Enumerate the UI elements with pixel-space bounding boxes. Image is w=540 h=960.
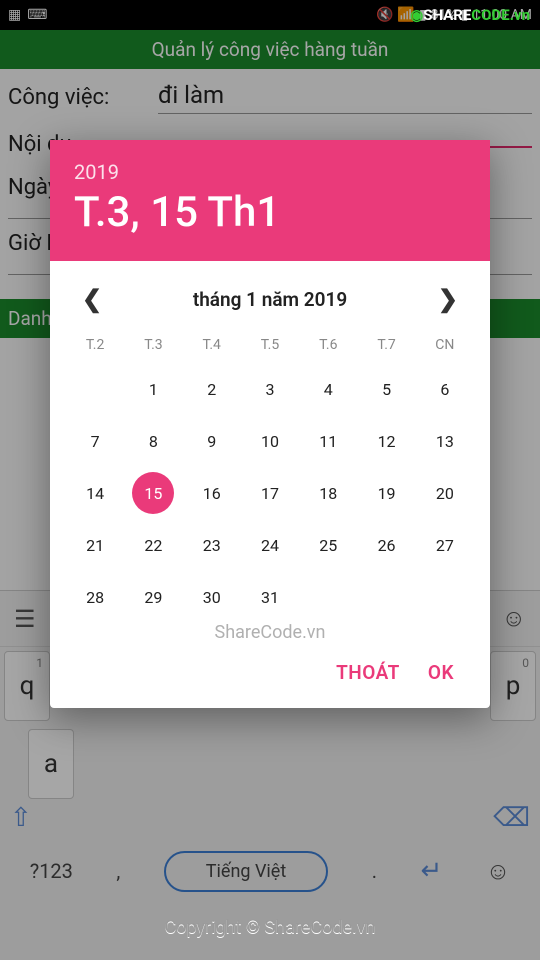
calendar-day[interactable]: 17 [241, 469, 299, 517]
month-title: tháng 1 năm 2019 [193, 288, 347, 311]
calendar-day[interactable]: 20 [416, 469, 474, 517]
dialog-header: 2019 T.3, 15 Th1 [50, 140, 490, 261]
calendar-day[interactable]: 26 [357, 521, 415, 569]
next-month-button[interactable]: ❯ [430, 281, 466, 317]
calendar-day[interactable]: 27 [416, 521, 474, 569]
calendar-day[interactable]: 23 [183, 521, 241, 569]
calendar-day[interactable]: 2 [183, 365, 241, 413]
calendar-day[interactable]: 14 [66, 469, 124, 517]
calendar-day[interactable]: 22 [124, 521, 182, 569]
calendar-day [66, 365, 124, 413]
calendar-day[interactable]: 31 [241, 573, 299, 621]
calendar-day[interactable]: 24 [241, 521, 299, 569]
calendar-day [416, 573, 474, 621]
calendar-day[interactable]: 29 [124, 573, 182, 621]
calendar-day[interactable]: 30 [183, 573, 241, 621]
selected-year[interactable]: 2019 [74, 160, 466, 184]
day-of-week-row: T.2 T.3 T.4 T.5 T.6 T.7 CN [50, 329, 490, 357]
calendar-day[interactable]: 9 [183, 417, 241, 465]
calendar-day[interactable]: 7 [66, 417, 124, 465]
calendar-grid: 1234567891011121314151617181920212223242… [50, 357, 490, 637]
calendar-day[interactable]: 18 [299, 469, 357, 517]
calendar-day[interactable]: 25 [299, 521, 357, 569]
calendar-day[interactable]: 19 [357, 469, 415, 517]
calendar-day[interactable]: 16 [183, 469, 241, 517]
calendar-day[interactable]: 21 [66, 521, 124, 569]
calendar-day[interactable]: 28 [66, 573, 124, 621]
calendar-day[interactable]: 10 [241, 417, 299, 465]
calendar-day [299, 573, 357, 621]
calendar-day[interactable]: 1 [124, 365, 182, 413]
calendar-day[interactable]: 13 [416, 417, 474, 465]
calendar-day [357, 573, 415, 621]
calendar-day[interactable]: 15 [132, 472, 174, 514]
watermark-brand: ◉SHARECODE.vn [410, 6, 530, 24]
calendar-day[interactable]: 4 [299, 365, 357, 413]
calendar-day[interactable]: 3 [241, 365, 299, 413]
calendar-day[interactable]: 5 [357, 365, 415, 413]
calendar-day[interactable]: 8 [124, 417, 182, 465]
calendar-day[interactable]: 11 [299, 417, 357, 465]
selected-date[interactable]: T.3, 15 Th1 [74, 188, 466, 237]
ok-button[interactable]: OK [428, 661, 454, 684]
cancel-button[interactable]: THOÁT [336, 661, 400, 684]
calendar-day[interactable]: 12 [357, 417, 415, 465]
date-picker-dialog: 2019 T.3, 15 Th1 ❮ tháng 1 năm 2019 ❯ T.… [50, 140, 490, 708]
calendar-day[interactable]: 6 [416, 365, 474, 413]
prev-month-button[interactable]: ❮ [74, 281, 110, 317]
